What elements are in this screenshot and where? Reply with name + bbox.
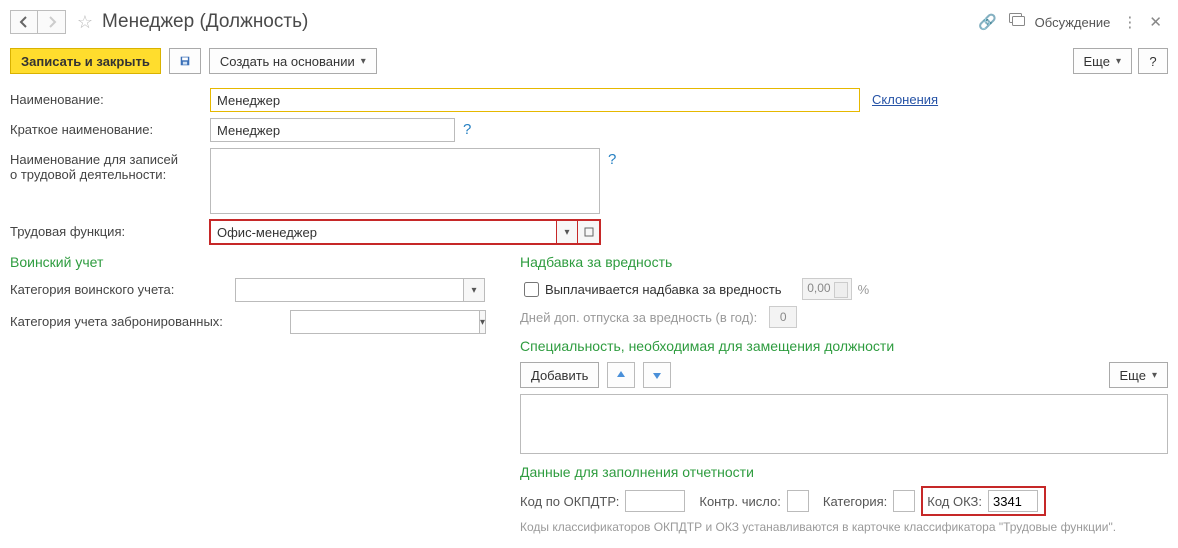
harm-days-value: 0 — [769, 306, 797, 328]
speciality-listbox[interactable] — [520, 394, 1168, 454]
labor-function-combo[interactable]: ▾ — [210, 220, 600, 244]
military-booked-combo[interactable]: ▾ — [290, 310, 485, 334]
nav-forward-button[interactable] — [38, 10, 66, 34]
close-icon[interactable]: ✕ — [1149, 13, 1162, 31]
military-booked-dropdown-button[interactable]: ▾ — [479, 310, 486, 334]
category-label: Категория: — [823, 494, 887, 509]
percent-sign: % — [858, 282, 870, 297]
okpdtr-input[interactable] — [625, 490, 685, 512]
labor-function-dropdown-button[interactable]: ▾ — [556, 220, 578, 244]
labor-function-label: Трудовая функция: — [10, 220, 210, 239]
chevron-down-icon: ▾ — [1152, 370, 1157, 381]
create-based-on-label: Создать на основании — [220, 54, 355, 69]
move-up-button[interactable] — [607, 362, 635, 388]
favorite-icon[interactable]: ☆ — [74, 12, 96, 33]
chevron-down-icon: ▾ — [1116, 56, 1121, 67]
labor-name-textarea[interactable] — [210, 148, 600, 214]
okpdtr-label: Код по ОКПДТР: — [520, 494, 619, 509]
harm-checkbox-label: Выплачивается надбавка за вредность — [545, 282, 782, 297]
speciality-more-label: Еще — [1120, 368, 1146, 383]
save-button[interactable] — [169, 48, 201, 74]
labor-name-label-line2: о трудовой деятельности: — [10, 167, 210, 182]
help-button[interactable]: ? — [1138, 48, 1168, 74]
okz-label: Код ОКЗ: — [927, 494, 982, 509]
okz-highlight: Код ОКЗ: — [923, 488, 1044, 514]
discussion-label[interactable]: Обсуждение — [1035, 15, 1111, 30]
page-title: Менеджер (Должность) — [102, 11, 308, 33]
name-label: Наименование: — [10, 88, 210, 107]
report-footnote: Коды классификаторов ОКПДТР и ОКЗ устана… — [520, 520, 1168, 534]
speciality-header: Специальность, необходимая для замещения… — [520, 338, 1168, 354]
harm-checkbox[interactable] — [524, 282, 539, 297]
labor-function-input[interactable] — [210, 220, 556, 244]
military-booked-label: Категория учета забронированных: — [10, 310, 290, 329]
report-header: Данные для заполнения отчетности — [520, 464, 1168, 480]
category-input[interactable] — [893, 490, 915, 512]
labor-function-open-button[interactable] — [578, 220, 600, 244]
arrow-left-icon — [18, 16, 30, 28]
control-number-label: Контр. число: — [699, 494, 781, 509]
military-category-combo[interactable]: ▾ — [235, 278, 485, 302]
arrow-right-icon — [46, 16, 58, 28]
military-category-label: Категория воинского учета: — [10, 278, 235, 297]
military-category-dropdown-button[interactable]: ▾ — [463, 278, 485, 302]
floppy-icon — [180, 54, 190, 68]
arrow-down-icon — [651, 369, 663, 381]
okz-input[interactable] — [988, 490, 1038, 512]
labor-name-label: Наименование для записей о трудовой деят… — [10, 148, 210, 182]
short-name-input[interactable] — [210, 118, 455, 142]
more-button[interactable]: Еще ▾ — [1073, 48, 1132, 74]
harm-amount: 0,00 — [802, 278, 852, 300]
short-name-label: Краткое наименование: — [10, 118, 210, 137]
write-and-close-button[interactable]: Записать и закрыть — [10, 48, 161, 74]
discussion-icon[interactable] — [1009, 13, 1025, 31]
open-icon — [584, 227, 594, 237]
labor-name-hint-icon[interactable]: ? — [608, 148, 616, 172]
chat-icon — [1009, 13, 1025, 27]
nav-back-button[interactable] — [10, 10, 38, 34]
create-based-on-button[interactable]: Создать на основании ▾ — [209, 48, 377, 74]
chevron-down-icon: ▾ — [361, 56, 366, 67]
military-header: Воинский учет — [10, 254, 510, 270]
declensions-link[interactable]: Склонения — [872, 88, 938, 112]
labor-name-label-line1: Наименование для записей — [10, 152, 210, 167]
harm-header: Надбавка за вредность — [520, 254, 1168, 270]
arrow-up-icon — [615, 369, 627, 381]
add-speciality-button[interactable]: Добавить — [520, 362, 599, 388]
military-category-input[interactable] — [235, 278, 463, 302]
name-input[interactable] — [210, 88, 860, 112]
kebab-menu-icon[interactable]: ⋮ — [1122, 13, 1137, 31]
military-booked-input[interactable] — [290, 310, 479, 334]
link-icon[interactable]: 🔗 — [978, 13, 997, 31]
short-name-hint-icon[interactable]: ? — [463, 118, 471, 142]
harm-days-label: Дней доп. отпуска за вредность (в год): — [520, 310, 757, 325]
control-number-input[interactable] — [787, 490, 809, 512]
speciality-more-button[interactable]: Еще ▾ — [1109, 362, 1168, 388]
more-label: Еще — [1084, 54, 1110, 69]
move-down-button[interactable] — [643, 362, 671, 388]
